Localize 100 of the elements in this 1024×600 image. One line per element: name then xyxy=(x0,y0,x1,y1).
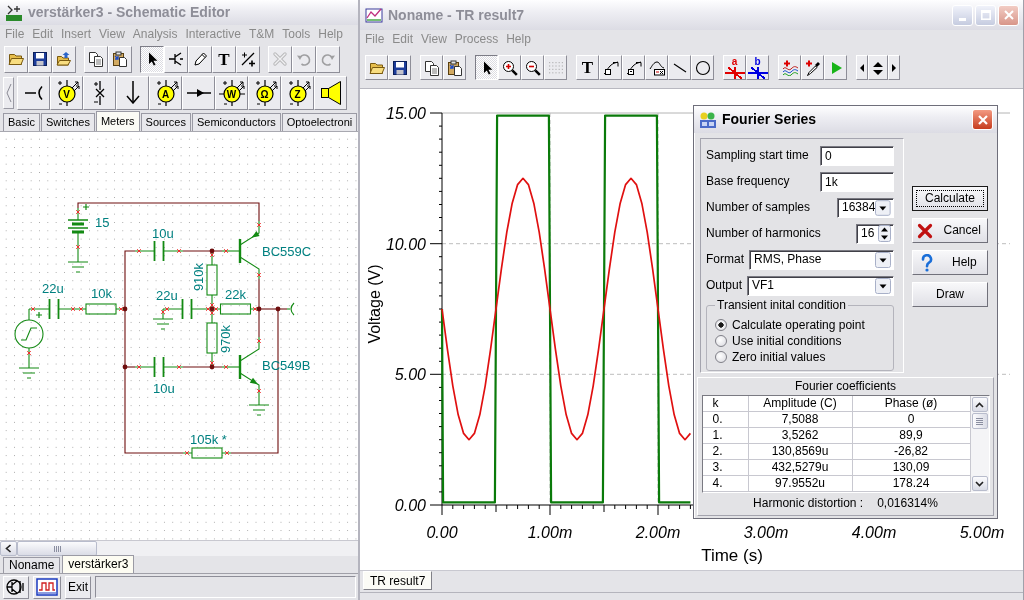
cancel-button[interactable]: Cancel xyxy=(912,218,988,243)
schematic-button[interactable] xyxy=(3,575,29,599)
axis-tick-label: 0.00 xyxy=(426,524,458,541)
radio-button[interactable] xyxy=(715,335,727,347)
wire-tool-button[interactable] xyxy=(164,45,188,73)
open-button[interactable] xyxy=(365,55,388,80)
left-caret-icon xyxy=(5,544,12,553)
component-label: 10k xyxy=(91,286,112,301)
save-button[interactable] xyxy=(388,55,411,80)
category-tab[interactable]: Semiconductors xyxy=(191,113,281,131)
category-tab[interactable]: Optoelectroni xyxy=(281,113,358,131)
category-tab[interactable]: Sources xyxy=(140,113,191,131)
help-icon xyxy=(921,253,934,272)
scrollbar-thumb[interactable] xyxy=(17,541,97,556)
scrollbar-thumb[interactable] xyxy=(971,413,988,429)
pencil-tool-button[interactable] xyxy=(188,45,212,73)
chart-icon xyxy=(36,578,58,596)
paste-button[interactable] xyxy=(108,45,132,73)
copy-button[interactable] xyxy=(84,45,108,73)
zoom-out-button[interactable] xyxy=(521,55,544,80)
chart-button[interactable] xyxy=(33,575,61,599)
meter-button[interactable]: A xyxy=(149,75,182,110)
push-button[interactable]: Draw xyxy=(912,282,988,307)
component-label: 10u xyxy=(152,226,174,241)
grip-icon xyxy=(53,545,61,552)
component-label: 910k xyxy=(190,262,206,292)
open-button[interactable] xyxy=(4,45,28,73)
meter-button[interactable]: Ω xyxy=(248,75,281,110)
speaker-button[interactable] xyxy=(314,75,347,110)
junction-dot xyxy=(209,364,215,370)
app-icon xyxy=(365,6,383,24)
battery-symbol xyxy=(67,203,90,252)
help-button[interactable]: Help xyxy=(912,250,988,275)
previous-button[interactable] xyxy=(856,55,868,80)
curve-legend-icon xyxy=(648,59,665,76)
transistor-symbol xyxy=(221,220,262,280)
eyedropper-button[interactable] xyxy=(801,55,824,80)
maximize-icon xyxy=(980,10,991,20)
save-button[interactable] xyxy=(28,45,52,73)
radio-button[interactable] xyxy=(715,351,727,363)
radio-button[interactable] xyxy=(715,319,727,331)
field-label: Number of harmonics xyxy=(706,226,821,241)
next-button[interactable] xyxy=(888,55,900,80)
curve-label-button[interactable] xyxy=(599,55,622,80)
paste-button[interactable] xyxy=(443,55,466,80)
radio-label[interactable]: Zero initial values xyxy=(732,349,826,365)
pointer-tool-button[interactable] xyxy=(140,45,164,73)
scroll-up-button[interactable] xyxy=(971,397,988,412)
result-tab[interactable]: TR result7 xyxy=(363,571,433,590)
meter-button[interactable]: V xyxy=(50,75,83,110)
exit-button[interactable]: Exit xyxy=(65,575,91,599)
category-tab[interactable]: Basic xyxy=(3,113,40,131)
text-tool-button[interactable]: T xyxy=(212,45,236,73)
cursor-button[interactable]: a xyxy=(723,55,746,80)
window-title: Fourier Series xyxy=(722,111,817,128)
dropdown[interactable]: 16384 xyxy=(837,197,894,218)
line-tool-button[interactable] xyxy=(668,55,691,80)
meter-button[interactable]: Z xyxy=(281,75,314,110)
cursor-button[interactable]: b xyxy=(746,55,769,80)
wattmeter-button[interactable]: W xyxy=(215,75,248,110)
add-waves-button[interactable] xyxy=(778,55,801,80)
text-field[interactable]: 0 xyxy=(820,145,894,166)
radio-label[interactable]: Calculate operating point xyxy=(732,317,865,333)
close-icon xyxy=(977,114,988,125)
axis-tick-label: 5.00 xyxy=(394,366,426,384)
circle-tool-button[interactable] xyxy=(691,55,714,80)
text-field[interactable]: 1k xyxy=(820,171,894,192)
scroll-left-button[interactable] xyxy=(0,541,17,556)
import-button[interactable] xyxy=(52,45,76,73)
component-label: 22u xyxy=(156,288,178,303)
probe-button[interactable] xyxy=(83,75,116,110)
pointer-tool-button[interactable] xyxy=(475,55,498,80)
column-header: Phase (ø) xyxy=(852,396,971,412)
pin-button[interactable] xyxy=(182,75,215,110)
document-tab[interactable]: Noname xyxy=(3,557,61,573)
dropdown[interactable]: VF1 xyxy=(747,275,894,296)
curve-legend-button[interactable] xyxy=(645,55,668,80)
zoom-in-button[interactable] xyxy=(498,55,521,80)
spinner-field[interactable]: 16 xyxy=(856,223,894,244)
table-cell: 97.9552u xyxy=(748,476,853,492)
part-tool-button[interactable] xyxy=(236,45,260,73)
table-cell: 3. xyxy=(702,460,749,476)
dropdown[interactable]: RMS, Phase xyxy=(749,249,894,270)
category-tab[interactable]: Meters xyxy=(95,111,140,131)
spinner-arrows-icon xyxy=(878,225,891,242)
document-tab[interactable]: verstärker3 xyxy=(62,555,135,573)
curve-box-button[interactable] xyxy=(622,55,645,80)
category-tab[interactable]: Switches xyxy=(40,113,95,131)
terminal-button[interactable] xyxy=(17,75,50,110)
radio-label[interactable]: Use initial conditions xyxy=(732,333,842,349)
scroll-down-button[interactable] xyxy=(971,476,988,491)
component-label: 22k xyxy=(225,287,246,302)
text-tool-button[interactable]: T xyxy=(576,55,599,80)
zoom-in-icon xyxy=(501,59,518,76)
arrow-button[interactable] xyxy=(116,75,149,110)
component-label: 15 xyxy=(95,215,110,230)
up-down-button[interactable] xyxy=(868,55,888,80)
default-button[interactable]: Calculate xyxy=(912,186,988,211)
copy-button[interactable] xyxy=(420,55,443,80)
close-button[interactable] xyxy=(972,109,993,130)
